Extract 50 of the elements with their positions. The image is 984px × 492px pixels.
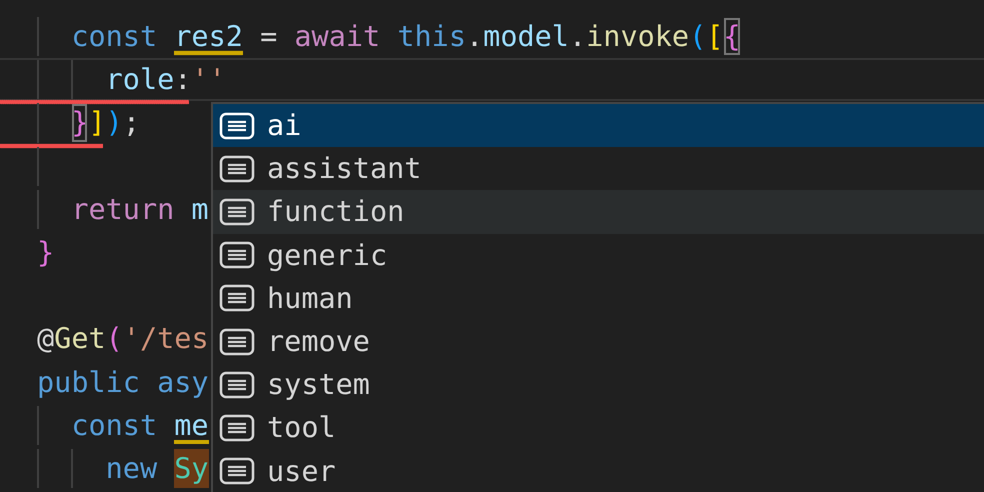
code-token: const	[71, 19, 158, 55]
suggestion-item[interactable]: function	[213, 190, 984, 234]
suggestion-item[interactable]: system	[213, 363, 984, 406]
text-lines-icon	[219, 328, 255, 356]
code-token: ;	[122, 105, 140, 142]
code-token: this	[397, 19, 466, 55]
code-token: '/tes	[122, 321, 209, 358]
code-token: :	[174, 62, 192, 98]
code-token: me	[174, 406, 209, 445]
code-token: {	[723, 17, 741, 56]
code-token: res2	[174, 17, 243, 56]
text-lines-icon	[219, 198, 255, 226]
text-lines-icon	[219, 241, 255, 270]
code-token: )	[106, 105, 123, 142]
code-token: .	[568, 19, 586, 55]
code-token: (	[106, 321, 123, 358]
code-token: }	[37, 234, 54, 271]
code-token: .	[466, 19, 484, 55]
code-token: [	[706, 19, 724, 55]
suggestion-item[interactable]: generic	[213, 234, 984, 277]
suggestion-item[interactable]: assistant	[213, 147, 984, 190]
code-token: const	[71, 408, 158, 444]
text-lines-icon	[219, 154, 255, 183]
code-token: Sy	[174, 448, 209, 488]
text-lines-icon	[219, 457, 255, 486]
suggestion-item[interactable]: ai	[213, 104, 984, 148]
text-lines-icon	[219, 370, 255, 399]
code-token: (	[689, 19, 706, 55]
code-token: public	[37, 364, 140, 400]
suggestion-item[interactable]: human	[213, 276, 984, 320]
suggestion-item[interactable]: user	[213, 450, 984, 492]
code-token: return	[71, 192, 174, 228]
code-token: ]	[88, 105, 106, 142]
code-token: }	[71, 103, 88, 143]
code-token: role	[106, 62, 174, 98]
code-token: Get	[54, 321, 106, 358]
code-token: m	[191, 192, 209, 228]
code-token: model	[483, 19, 569, 55]
suggestion-item[interactable]: remove	[213, 320, 984, 364]
code-token: =	[260, 19, 278, 55]
code-token: invoke	[586, 19, 690, 55]
text-lines-icon	[219, 284, 255, 312]
code-token: ''	[191, 62, 226, 98]
text-lines-icon	[219, 414, 255, 442]
code-token: @	[37, 321, 54, 358]
suggestion-item[interactable]: tool	[213, 406, 984, 450]
code-token: await	[294, 19, 380, 55]
code-token: asy	[157, 364, 209, 400]
text-lines-icon	[219, 112, 255, 140]
code-token: new	[106, 450, 158, 487]
